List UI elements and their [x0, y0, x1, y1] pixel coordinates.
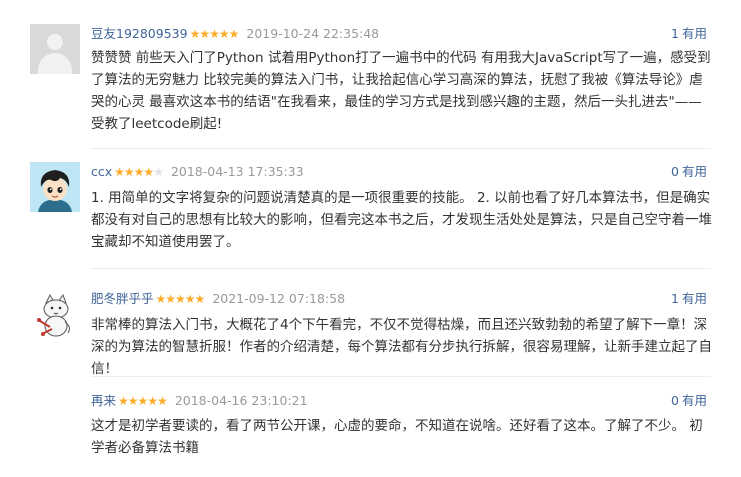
- review-meta: 肥冬胖乎乎 ★★★★★ 2021-09-12 07:18:58: [91, 289, 345, 309]
- useful-label: 有用: [681, 164, 707, 179]
- review-date: 2018-04-13 17:35:33: [170, 164, 304, 179]
- review-date: 2019-10-24 22:35:48: [246, 26, 380, 41]
- default-avatar-icon[interactable]: [30, 24, 80, 74]
- star-rating: ★★★★★: [189, 27, 240, 41]
- review-meta: ccx ★★★★★ 2018-04-13 17:35:33: [91, 162, 304, 182]
- useful-label: 有用: [681, 393, 707, 408]
- star-rating: ★★★★★: [114, 165, 164, 179]
- cartoon-boy-avatar-icon[interactable]: [30, 162, 80, 212]
- divider: [91, 148, 711, 149]
- reviewer-name[interactable]: 肥冬胖乎乎: [91, 291, 154, 306]
- reviewer-name[interactable]: 再来: [91, 393, 116, 408]
- review-content: 非常棒的算法入门书，大概花了4个下午看完，不仅不觉得枯燥，而且还兴致勃勃的希望了…: [91, 317, 712, 377]
- review-content: 1. 用简单的文字将复杂的问题说清楚真的是一项很重要的技能。 2. 以前也看了好…: [91, 190, 712, 250]
- useful-button[interactable]: 1 有用: [671, 24, 707, 44]
- useful-button[interactable]: 0 有用: [671, 162, 707, 182]
- useful-count: 0: [671, 393, 679, 408]
- useful-button[interactable]: 0 有用: [671, 391, 707, 411]
- review-date: 2021-09-12 07:18:58: [212, 291, 346, 306]
- divider: [91, 376, 711, 377]
- useful-count: 1: [671, 26, 679, 41]
- useful-label: 有用: [681, 26, 707, 41]
- useful-button[interactable]: 1 有用: [671, 289, 707, 309]
- review-date: 2018-04-16 23:10:21: [174, 393, 308, 408]
- reviewer-name[interactable]: 豆友192809539: [91, 26, 188, 41]
- star-rating: ★★★★★: [118, 394, 168, 408]
- useful-count: 1: [671, 291, 679, 306]
- review-meta: 豆友192809539 ★★★★★ 2019-10-24 22:35:48: [91, 24, 379, 44]
- reviewer-name[interactable]: ccx: [91, 164, 112, 179]
- useful-count: 0: [671, 164, 679, 179]
- divider: [91, 268, 711, 269]
- star-rating: ★★★★★: [155, 292, 206, 306]
- review-content: 这才是初学者要读的，看了两节公开课，心虚的要命，不知道在说啥。还好看了这本。了解…: [91, 418, 703, 456]
- cartoon-cat-avatar-icon[interactable]: [30, 289, 80, 339]
- review-content: 赞赞赞 前些天入门了Python 试着用Python打了一遍书中的代码 有用我大…: [91, 50, 711, 132]
- useful-label: 有用: [681, 291, 707, 306]
- review-meta: 再来 ★★★★★ 2018-04-16 23:10:21: [91, 391, 308, 411]
